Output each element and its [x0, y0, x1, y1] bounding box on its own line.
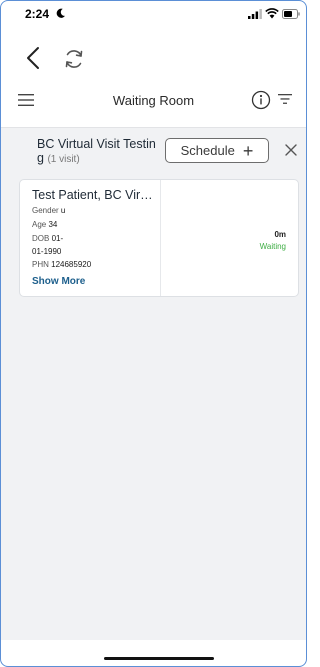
show-more-link[interactable]: Show More [32, 276, 85, 287]
phn-value: 124685920 [51, 260, 92, 269]
patient-details: Test Patient, BC Virtual Gender u Age 34… [20, 180, 161, 296]
age-label: Age [32, 220, 47, 229]
phone-screen: 2:24 Waiting Room BC Virtual Visit Testi… [0, 0, 307, 667]
patient-age: Age 34 [32, 220, 57, 229]
wifi-icon [265, 8, 279, 19]
patient-card[interactable]: Test Patient, BC Virtual Gender u Age 34… [19, 179, 299, 297]
status-time: 2:24 [25, 7, 50, 21]
dob-label: DOB [32, 234, 50, 243]
dob-value-part2: 01-1990 [32, 247, 62, 256]
signal-icon [248, 9, 262, 19]
back-chevron-icon[interactable] [23, 45, 45, 71]
filter-icon[interactable] [278, 93, 292, 105]
status-bar: 2:24 [1, 1, 306, 27]
home-indicator[interactable] [104, 657, 214, 660]
clinic-group-title: BC Virtual Visit Testing (1 visit) [37, 137, 162, 167]
top-navigation [1, 39, 306, 75]
battery-icon [282, 9, 300, 19]
dob-value-part1: 01- [51, 234, 64, 243]
patient-gender: Gender u [32, 206, 65, 215]
waiting-room-content: BC Virtual Visit Testing (1 visit) Sched… [1, 127, 306, 640]
patient-dob: DOB 01- [32, 234, 63, 243]
plus-icon: + [242, 140, 254, 161]
gender-value: u [60, 206, 66, 215]
schedule-label: Schedule [180, 143, 235, 158]
close-icon[interactable] [285, 144, 297, 156]
page-header: Waiting Room [1, 83, 306, 119]
wait-time: 0m [274, 230, 286, 239]
phn-label: PHN [32, 260, 49, 269]
schedule-button[interactable]: Schedule + [165, 138, 269, 163]
wait-status-badge: Waiting [259, 242, 286, 251]
visit-count: (1 visit) [47, 154, 80, 165]
patient-name: Test Patient, BC Virtual [32, 188, 156, 202]
refresh-icon[interactable] [63, 48, 85, 70]
info-icon[interactable] [251, 90, 271, 110]
gender-label: Gender [32, 206, 59, 215]
age-value: 34 [48, 220, 58, 229]
moon-icon [56, 8, 66, 18]
patient-phn: PHN 124685920 [32, 260, 91, 269]
clinic-group-header: BC Virtual Visit Testing (1 visit) Sched… [1, 128, 306, 174]
